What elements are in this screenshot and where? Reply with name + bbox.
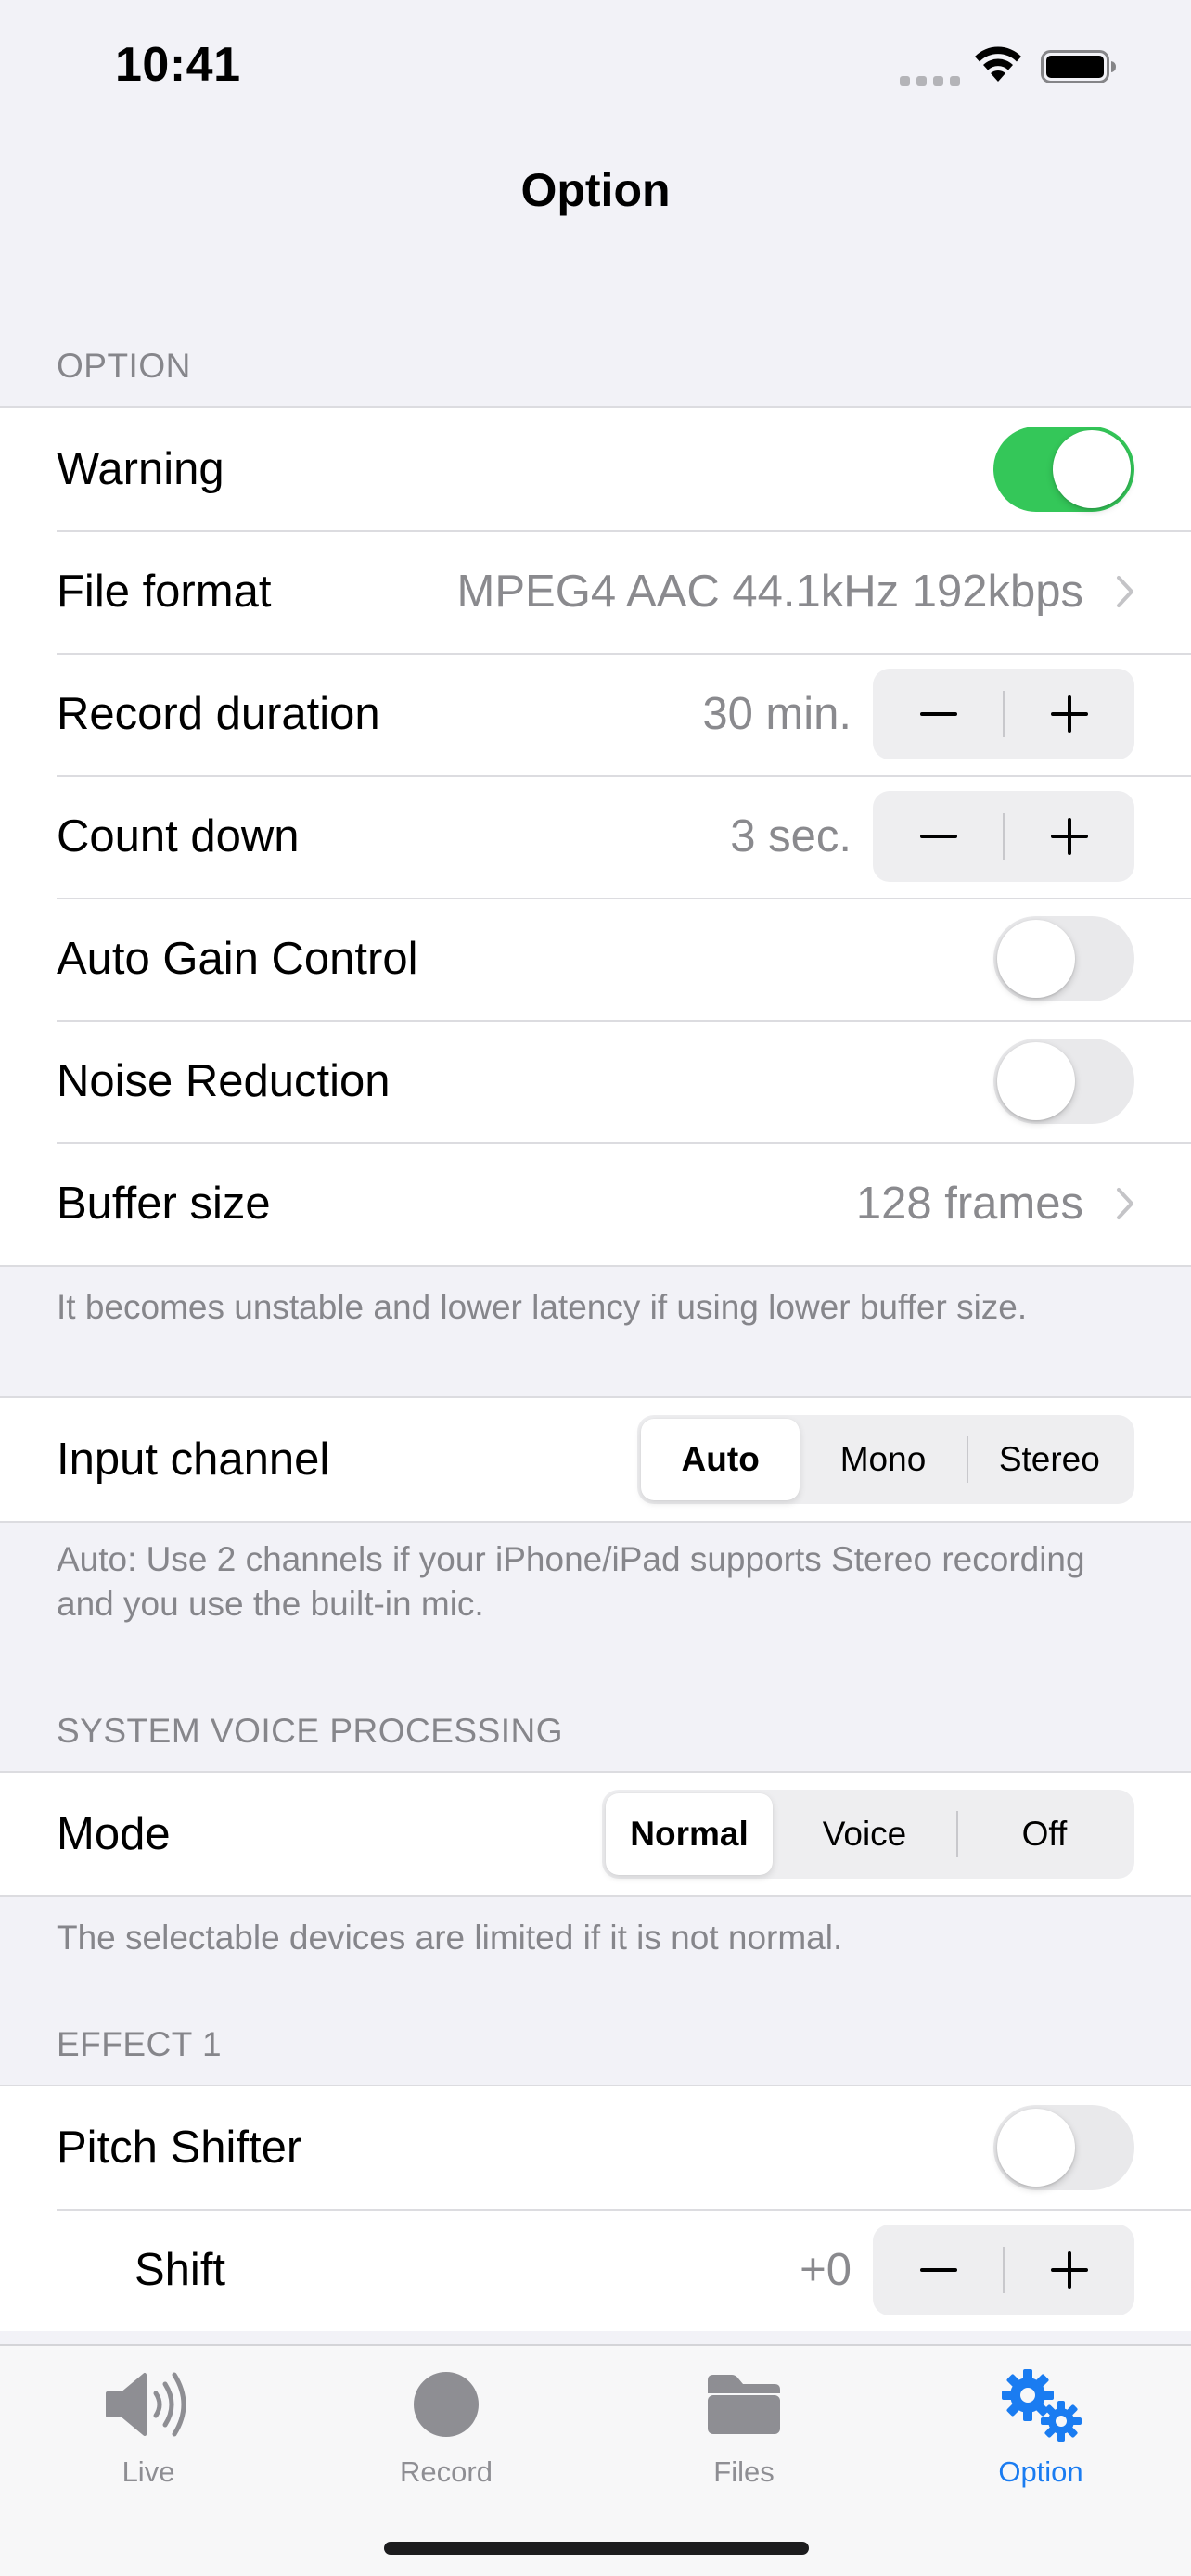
input-channel-label: Input channel [57, 1435, 330, 1485]
row-warning: Warning [0, 408, 1191, 530]
input-channel-footer: Auto: Use 2 channels if your iPhone/iPad… [57, 1540, 1085, 1623]
row-auto-gain-control: Auto Gain Control [0, 898, 1191, 1020]
row-record-duration: Record duration 30 min. [0, 653, 1191, 775]
record-duration-increment-button[interactable] [1004, 669, 1134, 759]
mode-label: Mode [57, 1809, 171, 1859]
option-group: Warning File format MPEG4 AAC 44.1kHz 19… [0, 406, 1191, 1267]
row-buffer-size[interactable]: Buffer size 128 frames [0, 1142, 1191, 1265]
battery-icon [1041, 50, 1116, 83]
minus-icon [919, 835, 957, 838]
auto-gain-toggle[interactable] [993, 916, 1134, 1001]
warning-label: Warning [57, 444, 224, 494]
pitch-shifter-toggle[interactable] [993, 2105, 1134, 2190]
shift-label: Shift [134, 2245, 226, 2295]
file-format-label: File format [57, 567, 272, 617]
shift-value: +0 [800, 2245, 852, 2295]
gears-icon [1002, 2369, 1082, 2442]
noise-reduction-label: Noise Reduction [57, 1056, 391, 1106]
section-header-option: OPTION [57, 347, 191, 385]
plus-icon [1050, 2251, 1088, 2289]
minus-icon [919, 2268, 957, 2272]
buffer-size-label: Buffer size [57, 1179, 271, 1229]
auto-gain-label: Auto Gain Control [57, 934, 418, 984]
segment-auto[interactable]: Auto [641, 1419, 800, 1500]
tab-record[interactable]: Record [353, 2363, 539, 2489]
buffer-size-value: 128 frames [855, 1179, 1083, 1229]
noise-reduction-toggle[interactable] [993, 1039, 1134, 1124]
warning-toggle[interactable] [993, 427, 1134, 512]
toggle-knob [1053, 430, 1131, 508]
voice-processing-group: Mode Normal Voice Off [0, 1771, 1191, 1897]
home-indicator [384, 2542, 809, 2555]
status-bar: 10:41 [0, 0, 1191, 130]
status-time: 10:41 [115, 38, 241, 92]
cellular-signal-icon [900, 76, 960, 86]
tab-files[interactable]: Files [651, 2363, 837, 2489]
tab-label: Files [713, 2455, 775, 2488]
count-down-label: Count down [57, 811, 300, 861]
chevron-right-icon [1117, 1188, 1133, 1219]
section-header-system-voice-processing: SYSTEM VOICE PROCESSING [57, 1712, 564, 1750]
section-header-effect-1: EFFECT 1 [57, 2025, 223, 2063]
record-duration-value: 30 min. [702, 689, 852, 739]
input-channel-group: Input channel Auto Mono Stereo [0, 1396, 1191, 1523]
segment-normal[interactable]: Normal [606, 1793, 773, 1875]
segment-mono[interactable]: Mono [800, 1419, 966, 1500]
plus-icon [1050, 818, 1088, 855]
row-pitch-shifter: Pitch Shifter [0, 2086, 1191, 2209]
pitch-shifter-label: Pitch Shifter [57, 2123, 302, 2173]
folder-icon [708, 2375, 780, 2434]
row-noise-reduction: Noise Reduction [0, 1020, 1191, 1142]
shift-decrement-button[interactable] [873, 2225, 1004, 2315]
segment-off[interactable]: Off [958, 1793, 1131, 1875]
segment-stereo[interactable]: Stereo [968, 1419, 1131, 1500]
count-down-increment-button[interactable] [1004, 791, 1134, 882]
tab-label: Option [998, 2455, 1083, 2488]
wifi-icon [975, 46, 1021, 82]
shift-increment-button[interactable] [1004, 2225, 1134, 2315]
input-channel-segmented-control: Auto Mono Stereo [637, 1415, 1134, 1504]
row-mode: Mode Normal Voice Off [0, 1773, 1191, 1895]
row-input-channel: Input channel Auto Mono Stereo [0, 1398, 1191, 1521]
toggle-knob [997, 920, 1075, 998]
file-format-value: MPEG4 AAC 44.1kHz 192kbps [456, 567, 1083, 617]
tab-label: Record [400, 2455, 493, 2488]
chevron-right-icon [1117, 576, 1133, 607]
tab-live[interactable]: Live [56, 2363, 241, 2489]
buffer-size-footer: It becomes unstable and lower latency if… [57, 1288, 1028, 1326]
record-duration-label: Record duration [57, 689, 380, 739]
segment-voice[interactable]: Voice [773, 1793, 956, 1875]
effect-group: Pitch Shifter Shift +0 [0, 2085, 1191, 2331]
mode-footer: The selectable devices are limited if it… [57, 1919, 843, 1957]
page-title: Option [520, 164, 671, 216]
count-down-stepper [873, 791, 1134, 882]
shift-stepper [873, 2225, 1134, 2315]
count-down-decrement-button[interactable] [873, 791, 1004, 882]
mode-segmented-control: Normal Voice Off [602, 1790, 1134, 1879]
toggle-knob [997, 1042, 1075, 1120]
row-shift: Shift +0 [0, 2209, 1191, 2331]
record-icon [414, 2372, 479, 2437]
plus-icon [1050, 695, 1088, 733]
minus-icon [919, 712, 957, 716]
record-duration-stepper [873, 669, 1134, 759]
row-file-format[interactable]: File format MPEG4 AAC 44.1kHz 192kbps [0, 530, 1191, 653]
toggle-knob [997, 2109, 1075, 2187]
count-down-value: 3 sec. [730, 811, 852, 861]
row-count-down: Count down 3 sec. [0, 775, 1191, 898]
tab-label: Live [122, 2455, 175, 2488]
speaker-icon [106, 2372, 186, 2437]
record-duration-decrement-button[interactable] [873, 669, 1004, 759]
tab-option[interactable]: Option [948, 2363, 1133, 2489]
